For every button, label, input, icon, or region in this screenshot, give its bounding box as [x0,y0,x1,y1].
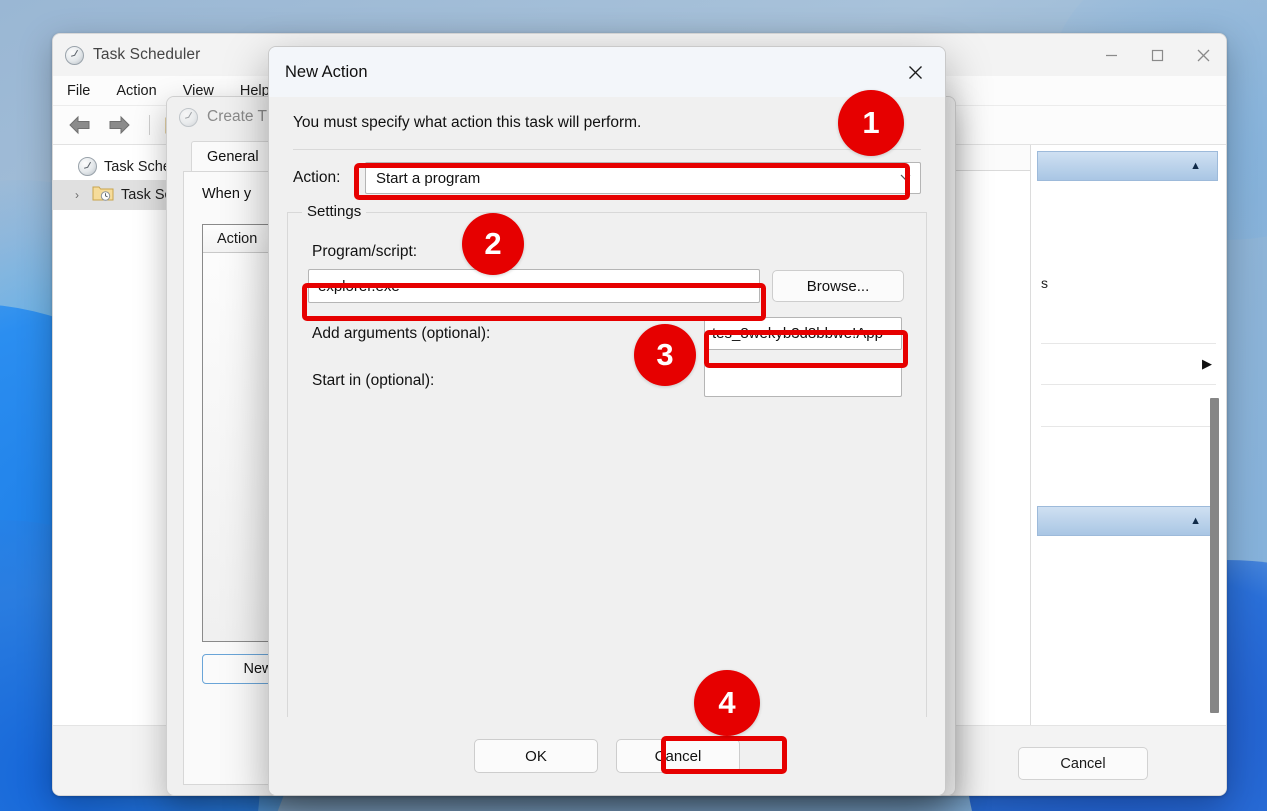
action-dropdown[interactable]: Start a program [365,162,921,194]
task-scheduler-title: Task Scheduler [93,46,201,63]
chevron-up-icon: ▲ [1190,160,1201,172]
minimize-icon[interactable] [1088,34,1134,76]
action-row: Action: Start a program [293,162,921,194]
cancel-button[interactable]: Cancel [616,739,740,773]
chevron-right-icon[interactable]: › [75,188,85,202]
desktop-background: Task Scheduler File Action View Help Tas… [0,0,1267,811]
chevron-down-icon [900,172,911,184]
window-controls [1088,34,1226,76]
task-scheduler-cancel-button[interactable]: Cancel [1018,747,1148,780]
clock-icon [78,157,97,176]
task-folder-icon [92,184,114,206]
annotation-badge-4: 4 [694,670,760,736]
close-icon[interactable] [1180,34,1226,76]
clock-icon [179,107,198,127]
toolbar-divider [149,115,150,135]
start-in-row: Start in (optional): [308,364,906,397]
new-action-titlebar: New Action [269,47,945,97]
maximize-icon[interactable] [1134,34,1180,76]
start-in-input[interactable] [704,364,902,397]
new-action-title: New Action [285,62,368,81]
menu-item-file[interactable]: File [67,83,90,99]
browse-button[interactable]: Browse... [772,270,904,302]
ok-button[interactable]: OK [474,739,598,773]
clock-icon [65,45,84,65]
annotation-badge-3: 3 [634,324,696,386]
menu-item-action[interactable]: Action [116,83,156,99]
new-action-divider [293,149,921,150]
program-script-row: explorer.exe Browse... [308,269,906,303]
arguments-row: Add arguments (optional): tes_8wekyb3d8b… [308,317,906,350]
chevron-right-icon: ▶ [1202,356,1212,371]
annotation-badge-1: 1 [838,90,904,156]
actions-pane-collapse-top[interactable]: ▲ [1037,151,1218,181]
program-script-input[interactable]: explorer.exe [308,269,760,303]
annotation-badge-2: 2 [462,213,524,275]
settings-group: Settings Program/script: explorer.exe Br… [287,203,927,723]
actions-pane: ▲ s ▶ ▲ [1030,145,1226,795]
new-action-footer: OK Cancel [269,717,945,795]
action-label: Action: [293,169,341,186]
settings-legend: Settings [302,203,367,220]
actions-pane-row[interactable]: ▶ [1031,344,1226,384]
actions-pane-scrollbar-track[interactable] [1210,181,1223,713]
close-icon[interactable] [893,55,937,89]
chevron-up-icon: ▲ [1190,515,1201,527]
actions-pane-row[interactable] [1031,385,1226,426]
actions-pane-scrollbar-thumb[interactable] [1210,398,1219,713]
action-dropdown-value: Start a program [376,169,481,187]
arguments-input[interactable]: tes_8wekyb3d8bbwe!App [704,317,902,350]
back-arrow-icon[interactable] [65,112,95,138]
new-action-dialog: New Action You must specify what action … [268,46,946,796]
tab-general[interactable]: General [191,141,275,171]
create-task-title: Create T [207,108,268,125]
actions-pane-truncated-label: s [1041,275,1048,291]
actions-pane-divider [1041,426,1216,427]
actions-pane-collapse-bottom[interactable]: ▲ [1037,506,1218,536]
forward-arrow-icon[interactable] [104,112,134,138]
program-script-label: Program/script: [312,243,418,260]
column-header-action: Action [217,230,258,247]
